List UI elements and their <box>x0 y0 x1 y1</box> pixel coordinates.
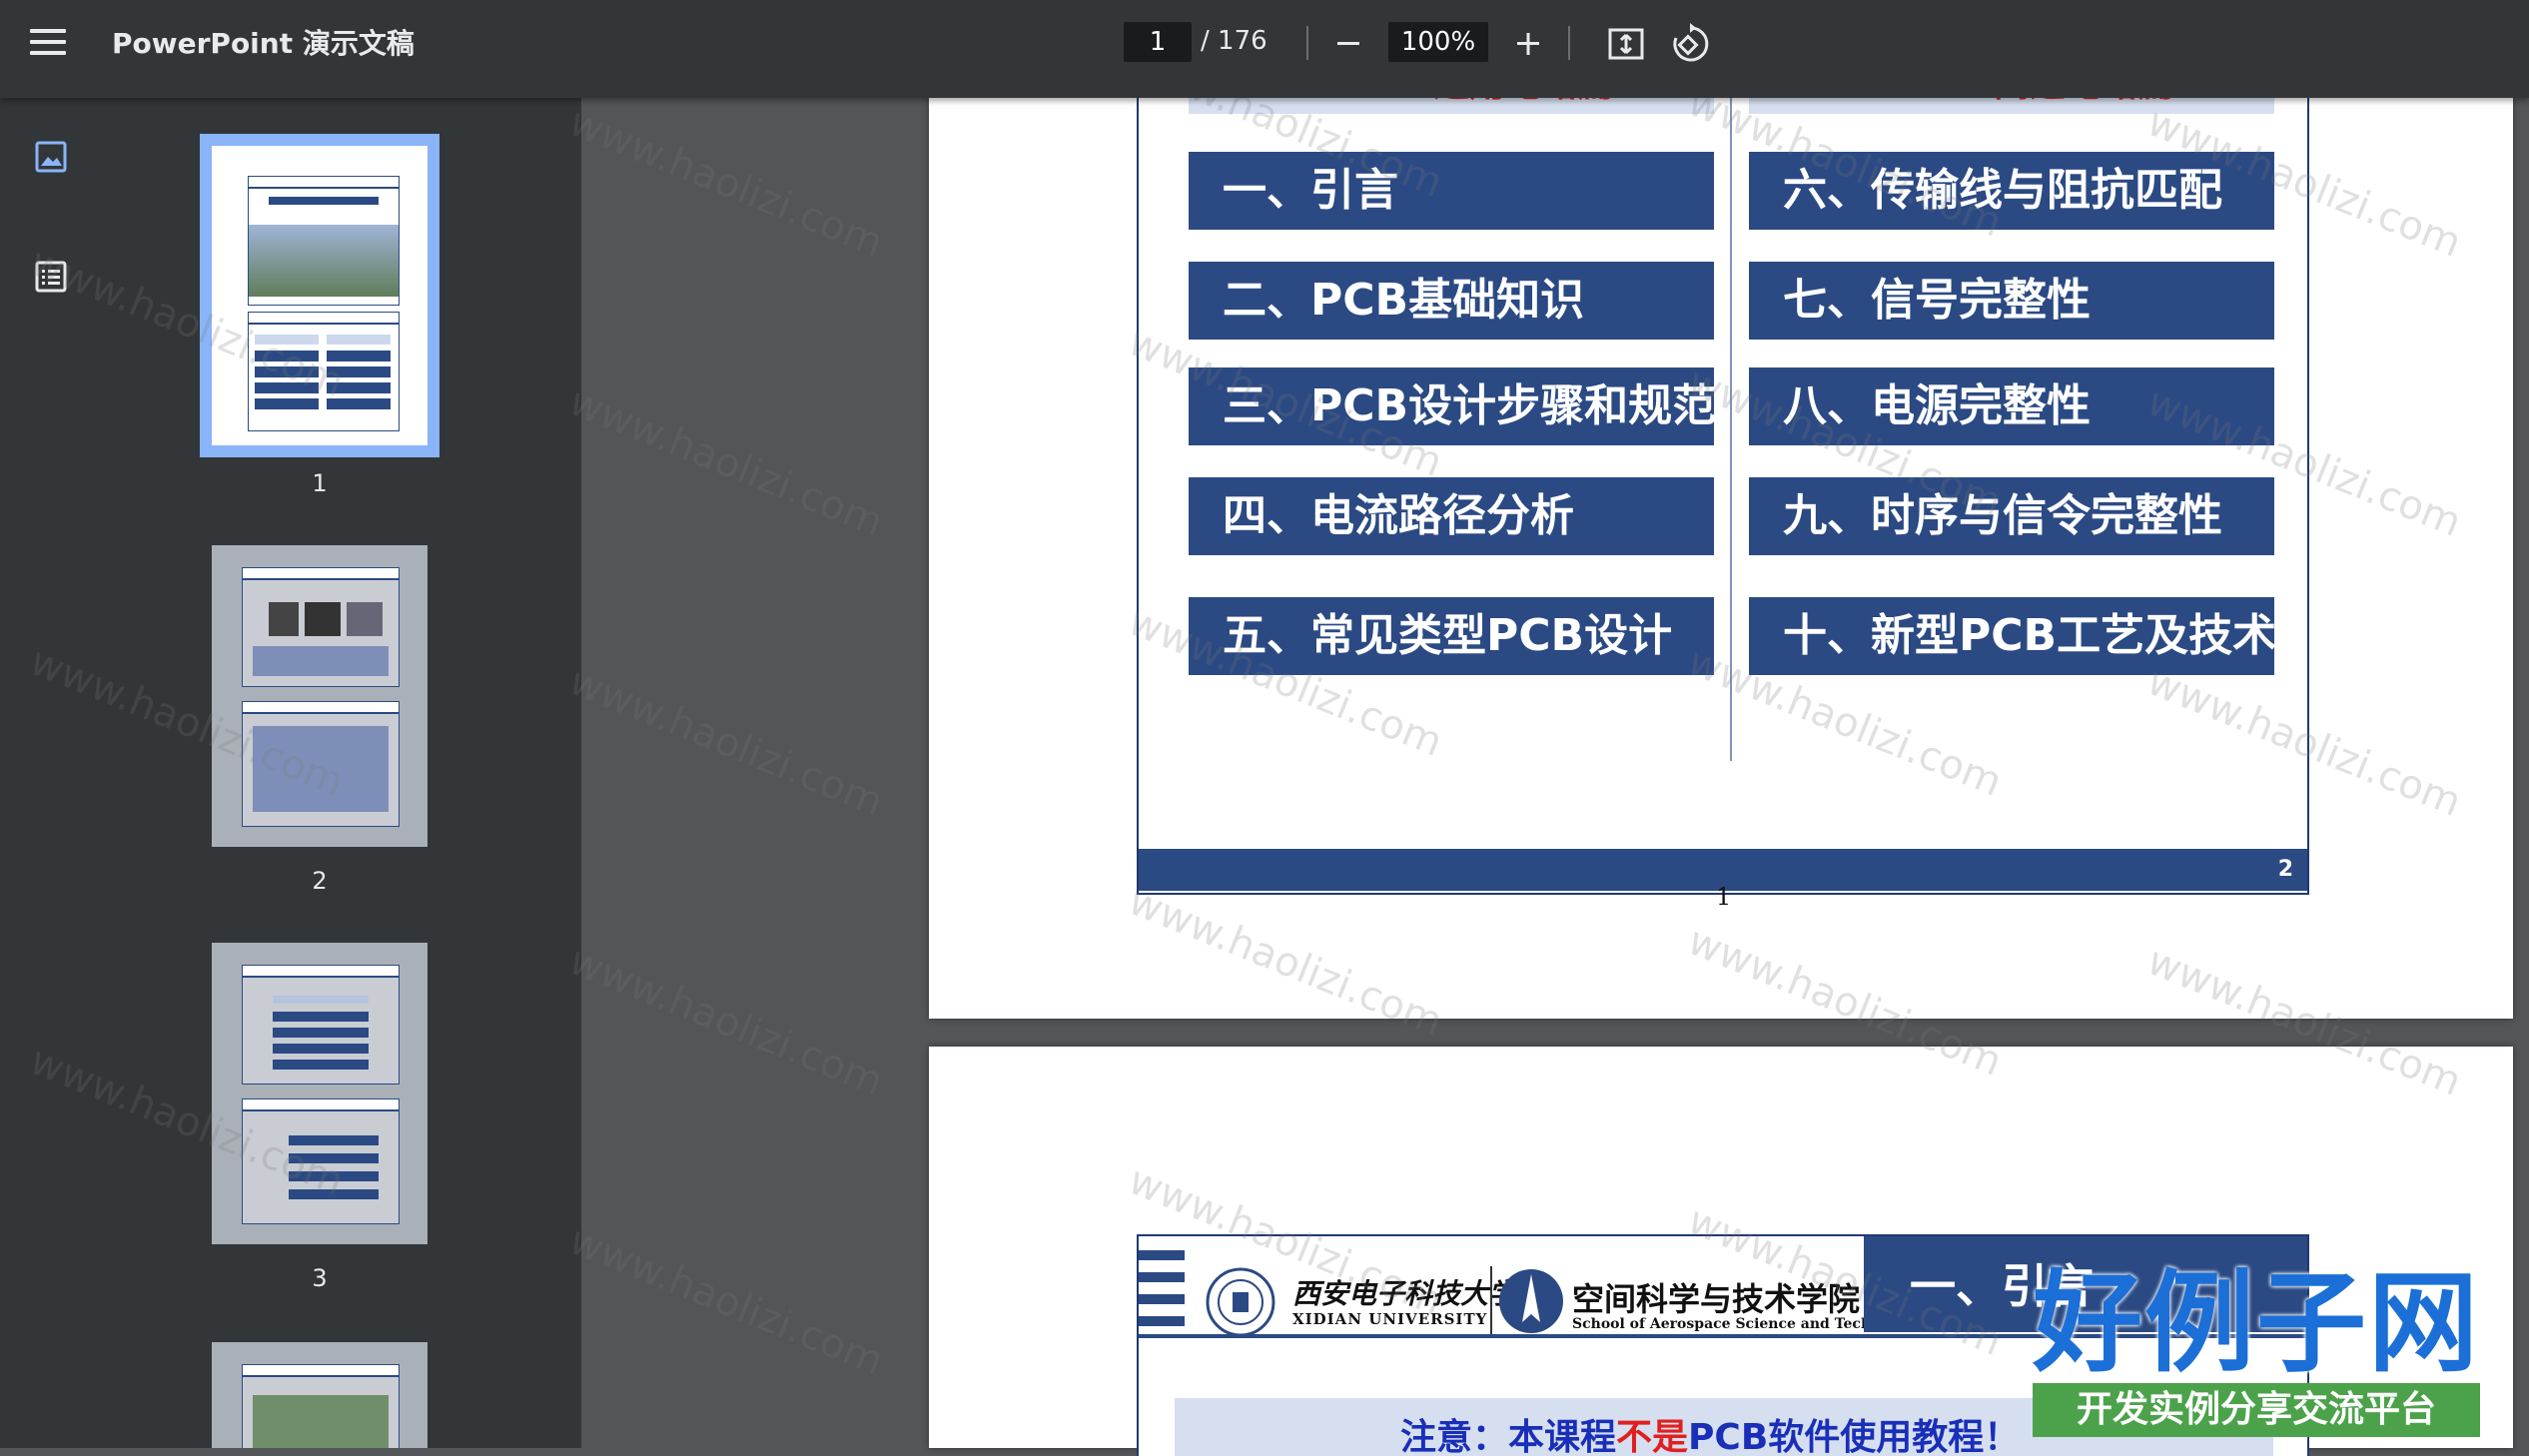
toc-item: 一、引言 <box>1189 152 1714 230</box>
toc-item: 三、PCB设计步骤和规范 <box>1189 367 1714 445</box>
mini-slide <box>242 1098 400 1224</box>
zoom-input[interactable] <box>1388 22 1488 62</box>
university-seal-icon <box>1206 1267 1275 1337</box>
zoom-out-button[interactable] <box>1326 22 1370 66</box>
thumbnail-label: 3 <box>312 1264 328 1292</box>
watermark: www.haolizi.com <box>562 938 890 1105</box>
toc-item: 二、PCB基础知识 <box>1189 262 1714 340</box>
mini-slide <box>242 701 400 827</box>
viewer-toolbar: PowerPoint 演示文稿 / 176 <box>0 0 2529 98</box>
fit-to-page-button[interactable] <box>1604 22 1648 66</box>
mini-slide <box>242 1364 400 1448</box>
mini-slide <box>248 312 400 431</box>
university-name-cn: 西安电子科技大学 <box>1292 1277 1517 1310</box>
minus-icon <box>1337 42 1359 45</box>
rotate-button[interactable] <box>1668 22 1712 66</box>
pdf-page-1: Part1：通用电路篇 Part2：高速电路篇 一、引言 二、PCB基础知识 三… <box>929 30 2513 1019</box>
toc-item: 七、信号完整性 <box>1749 262 2274 340</box>
site-brand-logo: 好例子网 开发实例分享交流平台 <box>2033 1263 2480 1437</box>
page-thumbnail-3[interactable] <box>212 943 427 1244</box>
slide-toc: Part1：通用电路篇 Part2：高速电路篇 一、引言 二、PCB基础知识 三… <box>1137 30 2309 895</box>
page-thumbnail-2[interactable] <box>212 545 427 847</box>
toc-item: 十、新型PCB工艺及技术 <box>1749 597 2274 675</box>
toc-item: 六、传输线与阻抗匹配 <box>1749 152 2274 230</box>
toc-item: 九、时序与信令完整性 <box>1749 477 2274 555</box>
plus-icon <box>1517 33 1539 55</box>
toc-item: 八、电源完整性 <box>1749 367 2274 445</box>
thumbnail-label: 2 <box>312 867 328 895</box>
page-number: 1 <box>1716 883 1732 911</box>
watermark: www.haolizi.com <box>562 378 890 546</box>
menu-icon[interactable] <box>30 27 66 57</box>
university-name-en: XIDIAN UNIVERSITY <box>1292 1310 1488 1328</box>
column-divider <box>1730 52 1732 761</box>
watermark: www.haolizi.com <box>562 658 890 826</box>
toolbar-divider <box>1568 26 1570 60</box>
page-total: / 176 <box>1201 26 1267 56</box>
thumbnail-sidebar: 1 2 3 <box>0 98 581 1448</box>
notice-text: 注意：本课程不是PCB软件使用教程！ <box>1400 1417 2021 1456</box>
brand-title: 好例子网 <box>2033 1259 2480 1387</box>
school-logo-icon <box>1499 1269 1563 1333</box>
mini-slide <box>242 965 400 1085</box>
rotate-icon <box>1673 23 1709 62</box>
mini-slide <box>248 176 400 306</box>
document-title: PowerPoint 演示文稿 <box>112 27 415 60</box>
fit-page-icon <box>1608 28 1644 60</box>
brand-subtitle: 开发实例分享交流平台 <box>2033 1383 2480 1437</box>
slide-number: 2 <box>2277 857 2293 882</box>
page-thumbnail-4[interactable] <box>212 1342 427 1448</box>
zoom-in-button[interactable] <box>1506 22 1550 66</box>
thumbnail-page <box>212 146 427 445</box>
school-name-cn: 空间科学与技术学院 <box>1572 1280 1861 1318</box>
watermark: www.haolizi.com <box>562 99 890 267</box>
page-number-input[interactable] <box>1124 22 1192 62</box>
watermark: www.haolizi.com <box>562 1217 890 1385</box>
thumbnail-label: 1 <box>312 469 328 497</box>
mini-slide <box>242 567 400 687</box>
page-thumbnail-1[interactable] <box>200 134 439 457</box>
toolbar-divider <box>1306 26 1308 60</box>
toc-item: 四、电流路径分析 <box>1189 477 1714 555</box>
thumbnails-view-icon[interactable] <box>34 140 68 174</box>
outline-view-icon[interactable] <box>34 260 68 294</box>
toc-item: 五、常见类型PCB设计 <box>1189 597 1714 675</box>
